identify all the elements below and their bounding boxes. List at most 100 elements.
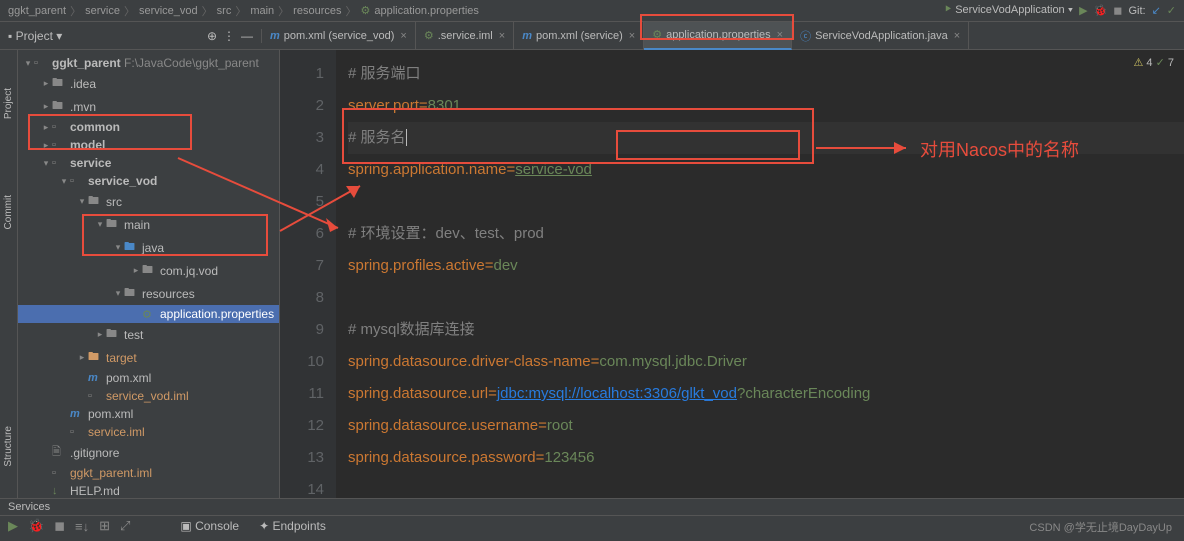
src-folder-icon: 🖿 xyxy=(124,238,138,257)
line-num: 1 xyxy=(280,58,324,90)
tree-iml1[interactable]: ▫service_vod.iml xyxy=(18,387,279,405)
project-options-icon[interactable]: ⋮ xyxy=(223,29,235,43)
close-icon[interactable]: × xyxy=(954,30,960,42)
tree-icon[interactable]: ⊞ xyxy=(99,518,110,534)
debug-icon[interactable]: 🐞 xyxy=(1094,4,1108,17)
annotation-text: 对用Nacos中的名称 xyxy=(920,136,1079,162)
project-settings-icon[interactable]: ⊕ xyxy=(207,29,217,43)
maven-icon: m xyxy=(88,372,102,384)
close-icon[interactable]: × xyxy=(629,30,635,42)
stop-icon[interactable]: ◼ xyxy=(1113,4,1122,17)
services-toolbar: ▶ 🐞 ◼ ≡↓ ⊞ ⤢ ▣ Console ✦ Endpoints xyxy=(0,516,1184,536)
editor[interactable]: 1 2 3 4 5 6 7 8 9 10 11 12 13 14 # 服务端口 … xyxy=(280,50,1184,498)
git-pull-icon[interactable]: ↙ xyxy=(1152,4,1161,17)
line-num: 2 xyxy=(280,90,324,122)
git-push-icon[interactable]: ✓ xyxy=(1167,4,1176,17)
console-tab[interactable]: ▣ Console xyxy=(180,519,239,533)
module-icon: ▫ xyxy=(52,157,66,169)
prop-val: 123456 xyxy=(544,449,594,466)
tree-service-vod[interactable]: ▾▫service_vod xyxy=(18,172,279,190)
prop-key: spring.datasource.password xyxy=(348,449,536,466)
module-icon: ▫ xyxy=(34,57,48,69)
line-num: 3 xyxy=(280,122,324,154)
line-num: 5 xyxy=(280,186,324,218)
run-icon[interactable]: ▶ xyxy=(8,518,18,534)
maven-icon: m xyxy=(70,408,84,420)
tree-common[interactable]: ▸▫common xyxy=(18,118,279,136)
tree-iml2[interactable]: ▫service.iml xyxy=(18,423,279,441)
prop-key: spring.profiles.active xyxy=(348,257,485,274)
side-tab-project[interactable]: Project xyxy=(1,80,16,127)
crumb-6[interactable]: application.properties xyxy=(374,5,479,17)
run-icon[interactable]: ▶ xyxy=(1079,4,1087,17)
tree-help[interactable]: ↓HELP.md xyxy=(18,482,279,498)
project-dropdown[interactable]: ▪ Project ▾ xyxy=(8,29,62,43)
tab-pom-service-vod[interactable]: mpom.xml (service_vod)× xyxy=(262,22,416,50)
endpoints-tab[interactable]: ✦ Endpoints xyxy=(259,519,326,533)
tree-target[interactable]: ▸🖿target xyxy=(18,346,279,369)
line-num: 11 xyxy=(280,378,324,410)
close-icon[interactable]: × xyxy=(400,30,406,42)
crumb-5[interactable]: resources xyxy=(293,5,341,17)
tab-application-properties[interactable]: ⚙application.properties× xyxy=(644,22,792,50)
collapse-icon[interactable]: — xyxy=(241,29,253,43)
debug-icon[interactable]: 🐞 xyxy=(28,518,44,534)
crumb-4[interactable]: main xyxy=(250,5,274,17)
inspection-badge[interactable]: ⚠ 4 ✓ 7 xyxy=(1133,56,1174,69)
tree-src[interactable]: ▾🖿src xyxy=(18,190,279,213)
tree-parent-iml[interactable]: ▫ggkt_parent.iml xyxy=(18,464,279,482)
line-num: 12 xyxy=(280,410,324,442)
warning-icon: ⚠ xyxy=(1133,57,1143,69)
prop-val: ?characterEncoding xyxy=(737,385,870,402)
expand-icon[interactable]: ⤢ xyxy=(120,518,130,534)
tree-model[interactable]: ▸▫model xyxy=(18,136,279,154)
props-icon: ⚙ xyxy=(424,29,434,42)
line-gutter: 1 2 3 4 5 6 7 8 9 10 11 12 13 14 xyxy=(280,50,336,498)
tree-mvn[interactable]: ▸🖿.mvn xyxy=(18,95,279,118)
crumb-3[interactable]: src xyxy=(217,5,232,17)
tab-bar: ▪ Project ▾ ⊕ ⋮ — mpom.xml (service_vod)… xyxy=(0,22,1184,50)
iml-icon: ▫ xyxy=(52,467,66,479)
tree-idea[interactable]: ▸🖿.idea xyxy=(18,72,279,95)
crumb-2[interactable]: service_vod xyxy=(139,5,198,17)
tab-service-iml[interactable]: ⚙.service.iml× xyxy=(416,22,514,50)
tree-pom2[interactable]: mpom.xml xyxy=(18,405,279,423)
close-icon[interactable]: × xyxy=(777,29,783,41)
tree-service[interactable]: ▾▫service xyxy=(18,154,279,172)
run-config: ⯈ ServiceVodApplication ▾ ▶ 🐞 ◼ Git: ↙ ✓ xyxy=(943,4,1176,17)
tree-app-props[interactable]: ⚙application.properties xyxy=(18,305,279,323)
line-num: 10 xyxy=(280,346,324,378)
prop-val: service-vod xyxy=(515,161,592,178)
tab-service-vod-app-java[interactable]: ⓒServiceVodApplication.java× xyxy=(792,22,969,50)
prop-key: spring.application.name xyxy=(348,161,506,178)
iml-icon: ▫ xyxy=(70,426,84,438)
stop-icon[interactable]: ◼ xyxy=(54,518,65,534)
nav-bar: ggkt_parent〉 service〉 service_vod〉 src〉 … xyxy=(0,0,1184,22)
tab-pom-service[interactable]: mpom.xml (service)× xyxy=(514,22,644,50)
side-tab-commit[interactable]: Commit xyxy=(1,187,16,237)
close-icon[interactable]: × xyxy=(499,30,505,42)
side-tab-structure[interactable]: Structure xyxy=(1,418,16,475)
project-tree[interactable]: ▾▫ggkt_parent F:\JavaCode\ggkt_parent ▸🖿… xyxy=(18,50,280,498)
tree-root[interactable]: ▾▫ggkt_parent F:\JavaCode\ggkt_parent xyxy=(18,54,279,72)
tree-pom1[interactable]: mpom.xml xyxy=(18,369,279,387)
target-folder-icon: 🖿 xyxy=(88,348,102,367)
tree-resources[interactable]: ▾🖿resources xyxy=(18,282,279,305)
tree-java[interactable]: ▾🖿java xyxy=(18,236,279,259)
filter-icon[interactable]: ≡↓ xyxy=(75,519,89,534)
crumb-1[interactable]: service xyxy=(85,5,120,17)
project-panel-header: ▪ Project ▾ ⊕ ⋮ — xyxy=(0,29,262,43)
package-icon: 🖿 xyxy=(142,261,156,280)
crumb-0[interactable]: ggkt_parent xyxy=(8,5,66,17)
folder-icon: 🖿 xyxy=(52,74,66,93)
tree-main[interactable]: ▾🖿main xyxy=(18,213,279,236)
prop-val: root xyxy=(547,417,573,434)
module-icon: ▫ xyxy=(70,175,84,187)
code-content[interactable]: # 服务端口 server.port=8301 # 服务名 spring.app… xyxy=(336,50,1184,498)
tree-pkg[interactable]: ▸🖿com.jq.vod xyxy=(18,259,279,282)
check-icon: ✓ xyxy=(1156,57,1165,69)
tree-gitignore[interactable]: 🗎.gitignore xyxy=(18,441,279,464)
tree-test[interactable]: ▸🖿test xyxy=(18,323,279,346)
run-select[interactable]: ⯈ ServiceVodApplication ▾ xyxy=(943,4,1073,17)
file-icon: 🗎 xyxy=(52,443,66,462)
